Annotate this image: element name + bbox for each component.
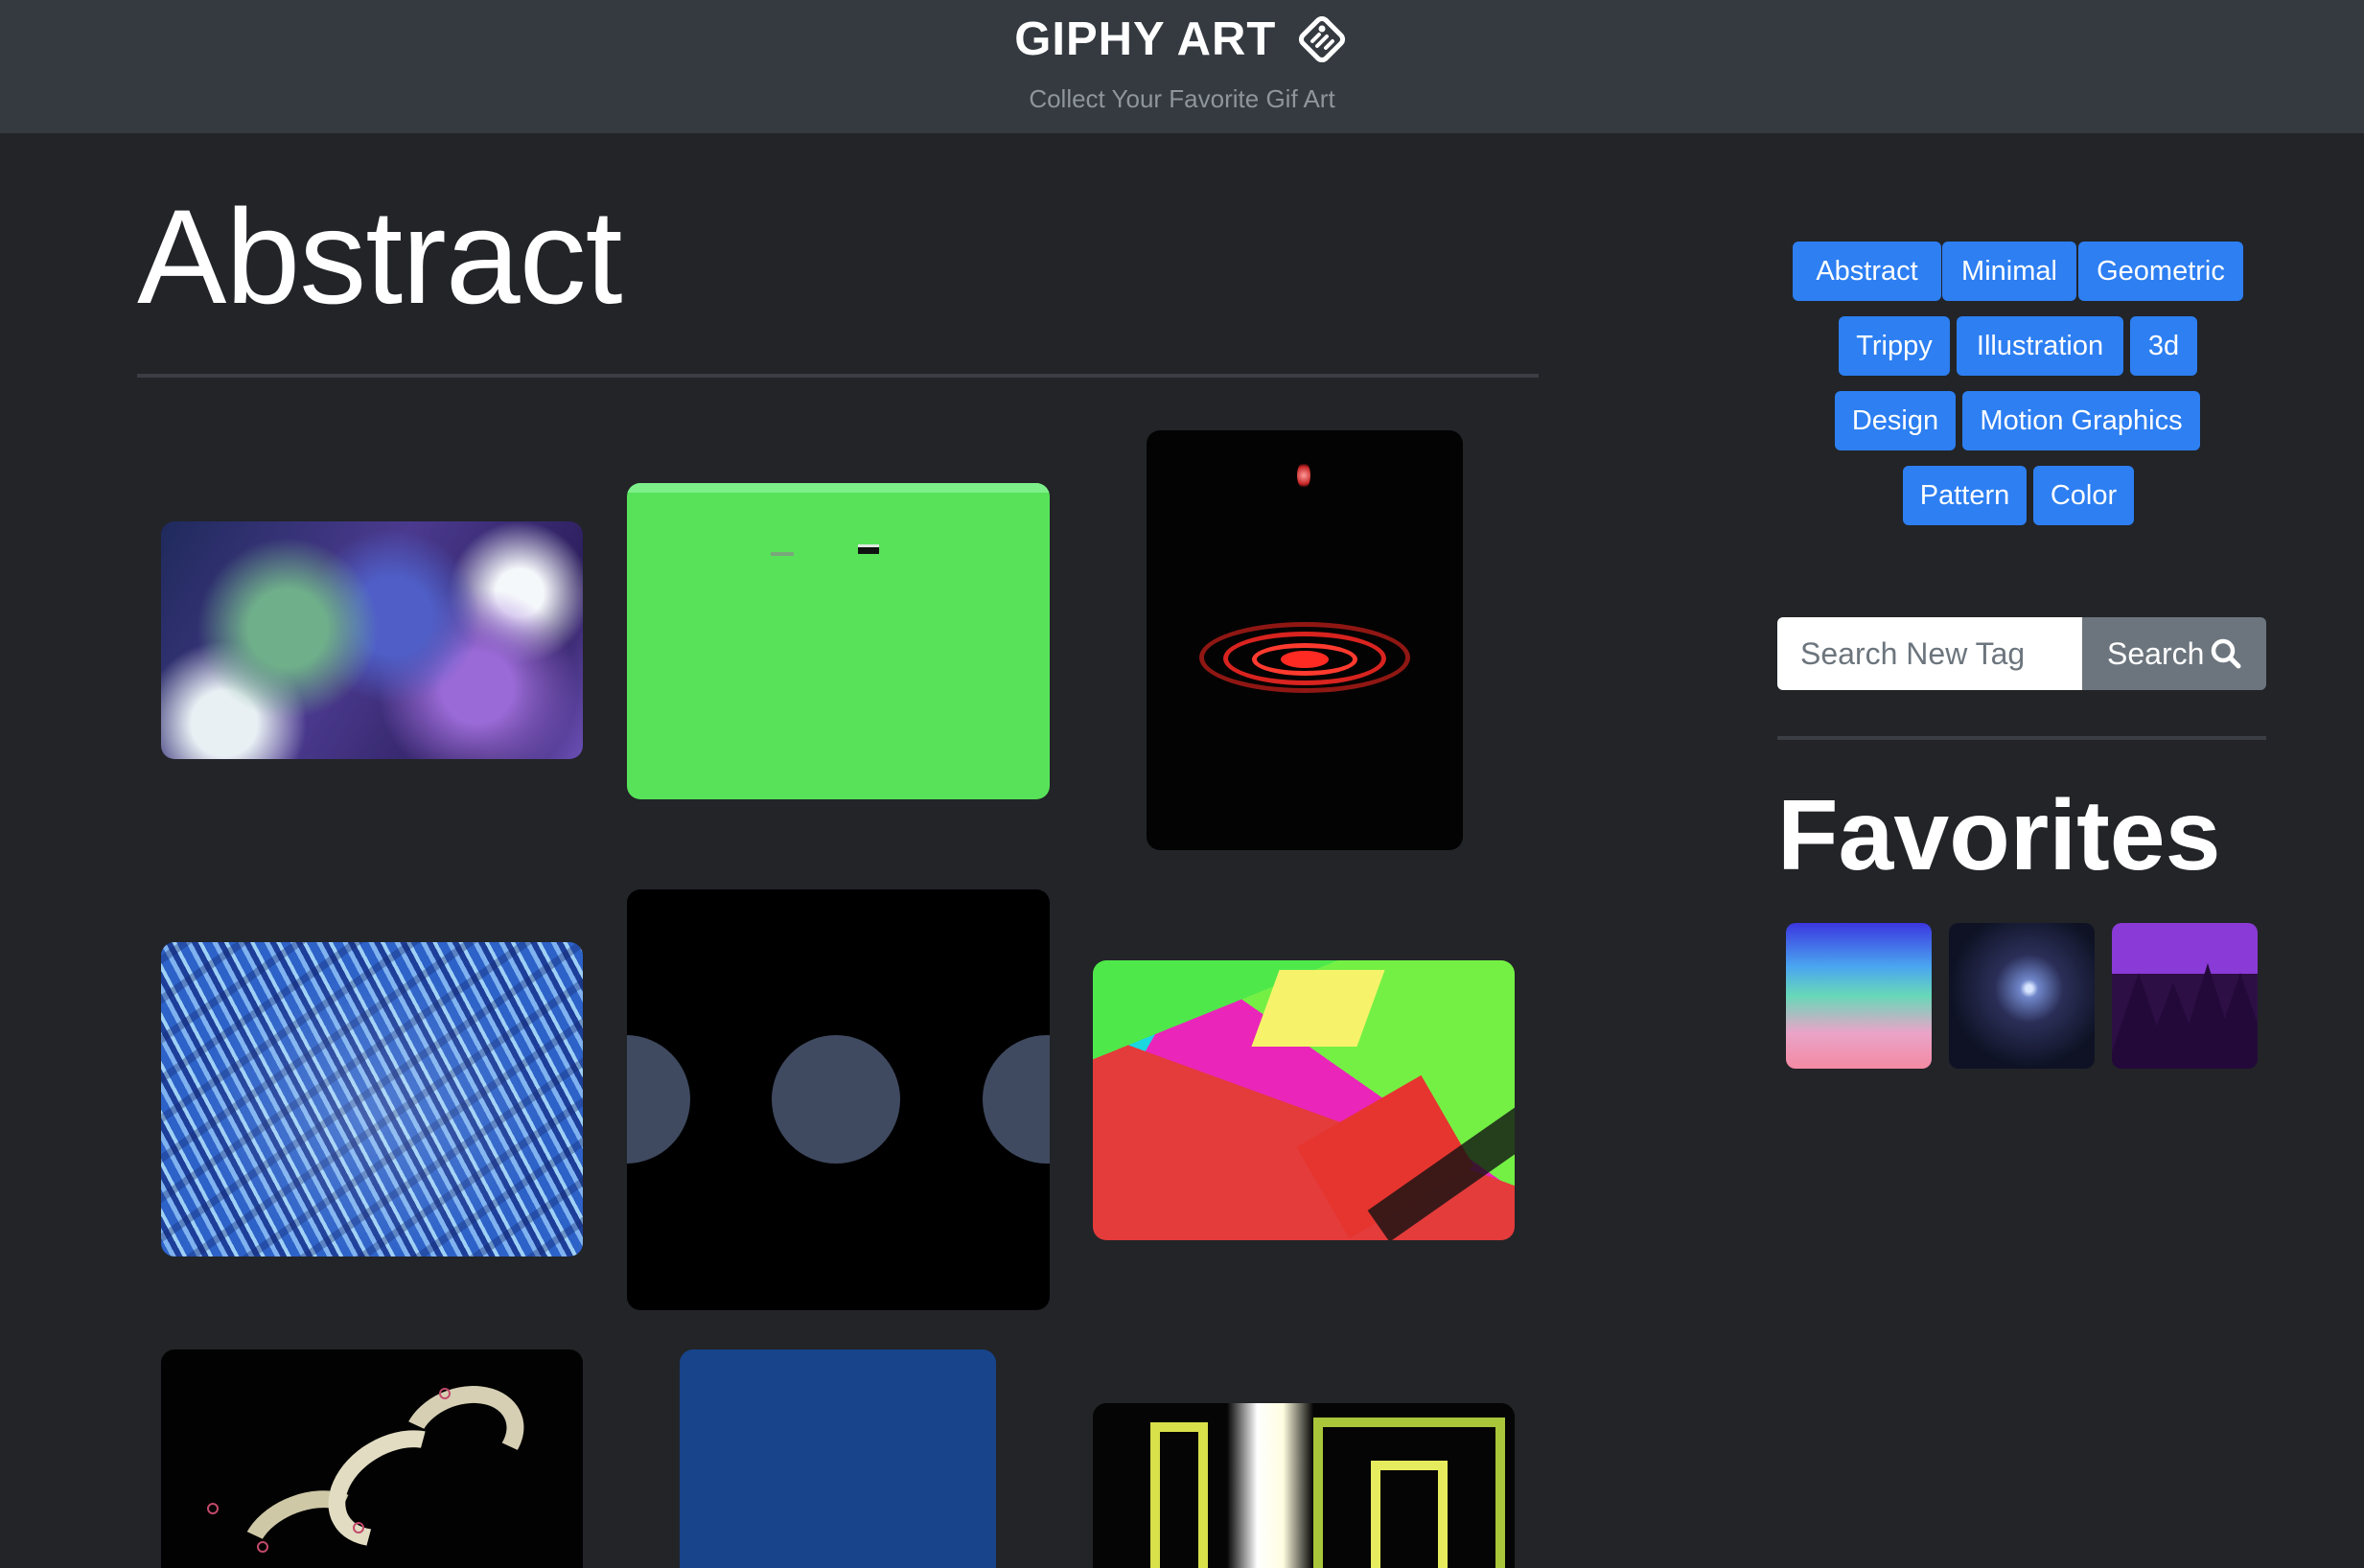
gif-tile[interactable] bbox=[627, 889, 1050, 1310]
gif-detail bbox=[257, 1541, 268, 1553]
gif-tile[interactable] bbox=[161, 942, 583, 1257]
tag-button-abstract[interactable]: Abstract bbox=[1793, 242, 1941, 301]
gif-tile[interactable] bbox=[161, 1349, 583, 1568]
tag-button-minimal[interactable]: Minimal bbox=[1942, 242, 2076, 301]
gif-detail bbox=[771, 552, 794, 556]
gif-detail bbox=[627, 1035, 690, 1164]
gif-detail bbox=[1297, 462, 1310, 489]
tag-button-pattern[interactable]: Pattern bbox=[1903, 466, 2027, 525]
gif-tile[interactable] bbox=[627, 483, 1050, 799]
search-icon bbox=[2211, 638, 2241, 669]
gif-detail bbox=[2208, 973, 2258, 1069]
gif-detail bbox=[1150, 1422, 1208, 1568]
gif-detail bbox=[858, 544, 879, 554]
favorites-title: Favorites bbox=[1777, 780, 2221, 891]
gif-detail bbox=[439, 1388, 451, 1399]
gif-tile[interactable] bbox=[1093, 1403, 1515, 1568]
app-header: GIPHY ART Collect Your Favorite Gif Art bbox=[0, 0, 2364, 133]
gif-tile[interactable] bbox=[161, 521, 583, 759]
gif-detail bbox=[1281, 651, 1329, 668]
favorite-thumbnail[interactable] bbox=[1949, 923, 2095, 1069]
tag-button-trippy[interactable]: Trippy bbox=[1839, 316, 1950, 376]
brand[interactable]: GIPHY ART bbox=[0, 12, 2364, 67]
gif-detail bbox=[772, 1035, 900, 1164]
gif-detail bbox=[207, 1503, 219, 1514]
search-button[interactable]: Search bbox=[2082, 617, 2266, 690]
tag-button-geometric[interactable]: Geometric bbox=[2078, 242, 2243, 301]
page-title: Abstract bbox=[137, 181, 623, 332]
gif-detail bbox=[353, 1522, 364, 1533]
gif-tile[interactable] bbox=[1147, 430, 1463, 850]
gif-detail bbox=[1227, 1403, 1313, 1568]
tag-button-design[interactable]: Design bbox=[1835, 391, 1956, 450]
search-button-label: Search bbox=[2107, 636, 2205, 671]
gif-detail bbox=[983, 1035, 1050, 1164]
brand-subtitle: Collect Your Favorite Gif Art bbox=[1029, 84, 1335, 113]
tag-logo-icon bbox=[1298, 15, 1345, 63]
search-input[interactable] bbox=[1777, 617, 2082, 690]
gif-tile[interactable] bbox=[680, 1349, 996, 1568]
favorite-thumbnail[interactable] bbox=[2112, 923, 2258, 1069]
gif-detail bbox=[1251, 970, 1385, 1047]
tag-button-motion-graphics[interactable]: Motion Graphics bbox=[1962, 391, 2200, 450]
tag-button-3d[interactable]: 3d bbox=[2130, 316, 2197, 376]
gif-detail bbox=[1371, 1461, 1448, 1568]
favorite-thumbnail[interactable] bbox=[1786, 923, 1932, 1069]
title-divider bbox=[137, 374, 1539, 378]
tag-button-illustration[interactable]: Illustration bbox=[1957, 316, 2123, 376]
brand-title: GIPHY ART bbox=[1014, 13, 1277, 65]
tag-button-color[interactable]: Color bbox=[2033, 466, 2134, 525]
sidebar-divider bbox=[1777, 736, 2266, 740]
gif-tile[interactable] bbox=[1093, 960, 1515, 1240]
